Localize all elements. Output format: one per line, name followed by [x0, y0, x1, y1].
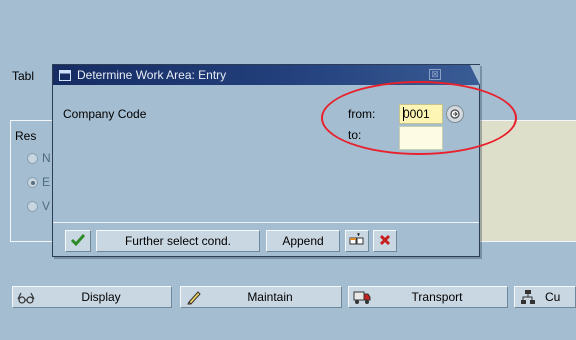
company-code-label: Company Code: [63, 107, 147, 121]
cancel-button[interactable]: [373, 230, 397, 252]
checkmark-icon: [70, 233, 86, 250]
transport-button[interactable]: Transport: [348, 286, 508, 308]
table-label: Tabl: [12, 69, 35, 83]
radio-option-3[interactable]: [27, 201, 38, 212]
further-select-cond-label: Further select cond.: [124, 234, 232, 248]
background-panel: [479, 121, 576, 241]
append-label: Append: [282, 234, 324, 248]
multiple-selection-icon: [349, 232, 365, 250]
append-button[interactable]: Append: [266, 230, 340, 252]
multiple-selection-button[interactable]: [345, 230, 369, 252]
cut-button-label: Cu: [545, 290, 561, 304]
truck-icon: [353, 289, 371, 305]
window-icon: [59, 69, 71, 81]
to-label: to:: [348, 128, 362, 142]
group-box-title: Res: [15, 129, 37, 143]
radio-option-1-label: N: [42, 151, 51, 165]
company-code-from-input[interactable]: [399, 104, 443, 124]
display-button-label: Display: [81, 290, 121, 304]
maintain-button[interactable]: Maintain: [180, 286, 342, 308]
from-label: from:: [348, 107, 376, 121]
radio-option-2[interactable]: [27, 177, 38, 188]
cancel-x-icon: [378, 233, 392, 250]
radio-option-3-label: V: [42, 199, 51, 213]
radio-option-1[interactable]: [27, 153, 38, 164]
close-icon[interactable]: ⊠: [429, 69, 441, 80]
display-button[interactable]: Display: [12, 286, 172, 308]
dialog-footer: Further select cond. Append: [53, 222, 479, 256]
further-select-cond-button[interactable]: Further select cond.: [96, 230, 260, 252]
transport-button-label: Transport: [411, 290, 463, 304]
search-help-icon[interactable]: [446, 105, 464, 123]
hierarchy-icon: [519, 289, 537, 305]
glasses-icon: [17, 289, 35, 305]
determine-work-area-dialog: Determine Work Area: Entry ⊠ Company Cod…: [52, 64, 480, 257]
cut-button[interactable]: Cu: [514, 286, 576, 308]
radio-option-2-label: E: [42, 175, 51, 189]
dialog-title: Determine Work Area: Entry: [77, 68, 227, 82]
pencil-icon: [185, 289, 203, 305]
maintain-button-label: Maintain: [247, 290, 293, 304]
company-code-to-input[interactable]: [399, 126, 443, 150]
dialog-titlebar[interactable]: Determine Work Area: Entry ⊠: [53, 65, 480, 85]
confirm-button[interactable]: [65, 230, 91, 252]
text-cursor: [403, 107, 404, 121]
